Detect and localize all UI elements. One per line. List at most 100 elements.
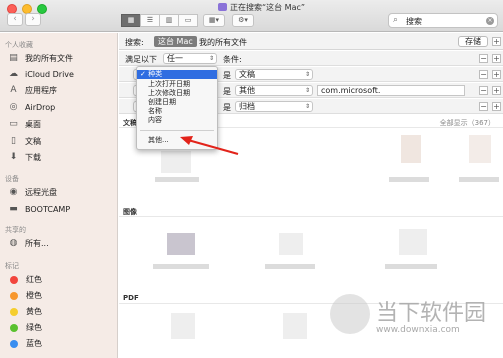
kind-value-popup[interactable]: 文稿 ⇕ — [235, 69, 313, 80]
sidebar-item-label: iCloud Drive — [25, 70, 74, 79]
back-button[interactable]: ‹ — [7, 13, 23, 26]
sidebar-item-tag-green[interactable]: 绿色 — [8, 321, 42, 334]
search-field-value: 搜索 — [406, 17, 422, 26]
scope-this-mac-button[interactable]: 这台 Mac — [154, 36, 197, 47]
sidebar-item-bootcamp[interactable]: ▬ BOOTCAMP — [8, 203, 70, 216]
menu-item-name[interactable]: 名称 — [137, 107, 217, 116]
image-thumbnail[interactable] — [279, 233, 303, 255]
icon-view-button[interactable]: ▦ — [121, 14, 141, 27]
sidebar-item-label: 应用程序 — [25, 86, 57, 95]
all-files-icon: ▤ — [9, 53, 18, 63]
menu-item-kind[interactable]: ✓ 种类 — [137, 70, 217, 79]
sidebar-item-label: 我的所有文件 — [25, 54, 73, 63]
sidebar-item-icloud-drive[interactable]: ☁ iCloud Drive — [8, 68, 74, 81]
sidebar-item-remote-disc[interactable]: ◉ 远程光盘 — [8, 186, 57, 199]
view-switcher: ▦ ☰ ▥ ▭ — [121, 14, 198, 27]
forward-button[interactable]: › — [25, 13, 41, 26]
sidebar-item-tag-orange[interactable]: 橙色 — [8, 289, 42, 302]
sidebar-item-label: 桌面 — [25, 120, 41, 129]
match-any-popup[interactable]: 任一 ⇕ — [163, 53, 217, 64]
save-search-button[interactable]: 存储 — [458, 36, 488, 47]
clear-search-icon[interactable]: × — [486, 17, 494, 25]
red-tag-icon — [10, 275, 18, 284]
menu-separator — [140, 130, 214, 131]
kind-value-popup[interactable]: 归档 ⇕ — [235, 101, 313, 112]
watermark-url: www.downxia.com — [376, 325, 460, 335]
sidebar-item-label: 红色 — [26, 275, 42, 284]
kind-value: 文稿 — [239, 70, 255, 79]
sidebar-item-label: 黄色 — [26, 307, 42, 316]
pdf-thumbnail[interactable] — [171, 313, 195, 339]
document-name — [459, 177, 499, 182]
kind-value: 归档 — [239, 102, 255, 111]
add-criteria-button[interactable]: + — [492, 70, 501, 79]
devices-section-title: 设备 — [5, 175, 19, 183]
action-button[interactable]: ⚙▾ — [232, 14, 254, 27]
popup-arrows-icon: ⇕ — [304, 103, 310, 110]
list-view-button[interactable]: ☰ — [140, 14, 160, 27]
tags-section-title: 标记 — [5, 262, 19, 270]
images-group-title: 图像 — [123, 208, 137, 216]
is-label: 是 — [223, 71, 231, 80]
criteria-row-match: 满足以下 任一 ⇕ 条件: − + — [119, 51, 503, 66]
scope-all-files-button[interactable]: 我的所有文件 — [199, 37, 247, 48]
sidebar-item-applications[interactable]: A 应用程序 — [8, 84, 57, 97]
is-label: 是 — [223, 87, 231, 96]
sidebar-item-label: 橙色 — [26, 291, 42, 300]
search-field[interactable]: ⌕ 搜索 × — [388, 13, 498, 28]
match-any-value: 任一 — [167, 54, 183, 63]
disk-icon: ▬ — [9, 204, 18, 214]
sidebar-item-airdrop[interactable]: ◎ AirDrop — [8, 101, 56, 114]
sidebar-item-downloads[interactable]: ⬇ 下载 — [8, 151, 41, 164]
add-criteria-button[interactable]: + — [492, 54, 501, 63]
watermark-text: 当下软件园 — [376, 301, 487, 326]
sidebar-item-all-files[interactable]: ▤ 我的所有文件 — [8, 52, 73, 65]
menu-item-created[interactable]: 创建日期 — [137, 98, 217, 107]
kind-value-popup[interactable]: 其他 ⇕ — [235, 85, 313, 96]
arrange-button[interactable]: ▦▾ — [203, 14, 225, 27]
remove-criteria-button[interactable]: − — [479, 102, 488, 111]
kind-value: 其他 — [239, 86, 255, 95]
network-icon: ◍ — [9, 238, 18, 248]
menu-item-contents[interactable]: 内容 — [137, 116, 217, 125]
sidebar-item-label: 蓝色 — [26, 339, 42, 348]
image-thumbnail[interactable] — [399, 229, 427, 255]
remove-criteria-button[interactable]: − — [479, 54, 488, 63]
watermark: 当下软件园 www.downxia.com — [330, 292, 500, 352]
add-criteria-button[interactable]: + — [492, 102, 501, 111]
sidebar-item-label: 文稿 — [25, 137, 41, 146]
add-criteria-button[interactable]: + — [492, 86, 501, 95]
pdf-thumbnail[interactable] — [283, 313, 307, 339]
sidebar-item-tag-red[interactable]: 红色 — [8, 273, 42, 286]
document-name — [389, 177, 429, 182]
smart-folder-icon — [218, 3, 227, 11]
column-view-button[interactable]: ▥ — [159, 14, 179, 27]
menu-item-last-modified[interactable]: 上次修改日期 — [137, 89, 217, 98]
document-thumbnail[interactable] — [469, 135, 491, 163]
sidebar-item-tag-blue[interactable]: 蓝色 — [8, 337, 42, 350]
sidebar-item-label: 绿色 — [26, 323, 42, 332]
sidebar-item-label: 所有... — [25, 239, 49, 248]
kind-text-field[interactable]: com.microsoft. — [317, 85, 465, 96]
sidebar-item-tag-yellow[interactable]: 黄色 — [8, 305, 42, 318]
conditions-label: 条件: — [223, 55, 242, 64]
gallery-view-button[interactable]: ▭ — [178, 14, 198, 27]
menu-item-last-opened[interactable]: 上次打开日期 — [137, 80, 217, 89]
remove-criteria-button[interactable]: − — [479, 86, 488, 95]
show-all-link[interactable]: 全部显示（367） — [440, 118, 495, 128]
downloads-icon: ⬇ — [9, 152, 18, 162]
sidebar-item-label: AirDrop — [25, 103, 56, 112]
document-thumbnail[interactable] — [401, 135, 421, 163]
add-criteria-button[interactable]: + — [492, 37, 501, 46]
toolbar: 正在搜索“这台 Mac” ‹ › ▦ ☰ ▥ ▭ ▦▾ ⚙▾ ⌕ 搜索 × — [0, 0, 503, 32]
sidebar-item-label: BOOTCAMP — [25, 205, 71, 214]
cloud-icon: ☁ — [9, 69, 18, 79]
sidebar: 个人收藏 ▤ 我的所有文件 ☁ iCloud Drive A 应用程序 ◎ Ai… — [0, 33, 118, 358]
popup-arrows-icon: ⇕ — [304, 87, 310, 94]
sidebar-item-desktop[interactable]: ▭ 桌面 — [8, 118, 41, 131]
sidebar-item-all-shared[interactable]: ◍ 所有... — [8, 237, 49, 250]
image-thumbnail[interactable] — [167, 233, 195, 255]
remote-disc-icon: ◉ — [9, 187, 18, 197]
sidebar-item-documents[interactable]: ▯ 文稿 — [8, 135, 41, 148]
remove-criteria-button[interactable]: − — [479, 70, 488, 79]
